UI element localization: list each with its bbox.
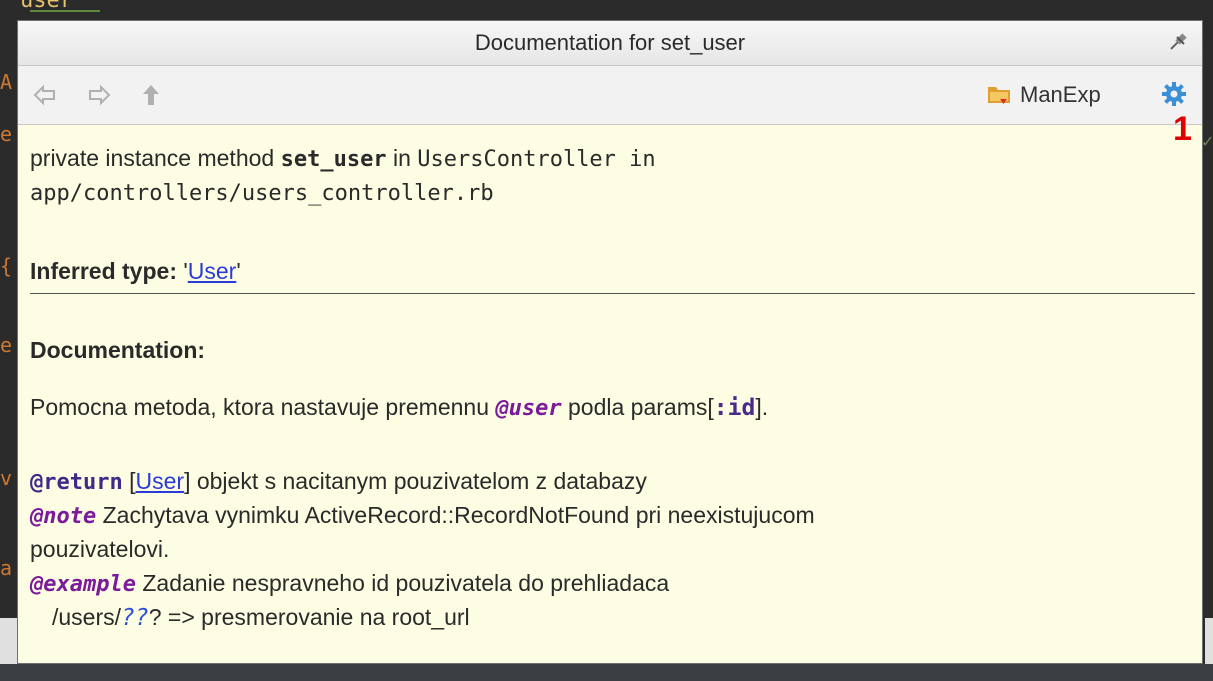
class-name: UsersController in <box>417 147 656 172</box>
inferred-type-label: Inferred type: <box>30 258 177 284</box>
inferred-type-link[interactable]: User <box>188 258 237 284</box>
forward-arrow-icon[interactable] <box>86 82 112 108</box>
return-text: ] objekt s nacitanym pouzivatelom z data… <box>184 468 647 494</box>
signature-in: in <box>386 145 418 171</box>
gutter-mark: v <box>0 466 13 490</box>
file-path: app/controllers/users_controller.rb <box>30 181 494 206</box>
description-text: podla params[ <box>561 394 714 420</box>
example-code-suffix: ? => presmerovanie na root_url <box>148 604 470 630</box>
editor-statusbar-right <box>1205 618 1213 664</box>
editor-background-bottom <box>0 664 1213 681</box>
editor-underline <box>30 10 100 12</box>
popup-title: Documentation for set_user <box>474 30 746 55</box>
gutter-mark: e <box>0 122 13 146</box>
return-type-link[interactable]: User <box>136 468 185 494</box>
up-arrow-icon[interactable] <box>138 82 164 108</box>
gutter-mark: A <box>0 70 13 94</box>
note-tag: @note <box>30 504 97 529</box>
note-continuation: pouzivatelovi. <box>30 536 170 562</box>
bracket: [ <box>122 468 136 494</box>
signature-prefix: private instance method <box>30 145 281 171</box>
editor-statusbar-left <box>0 618 18 664</box>
return-tag: @return <box>30 470 123 495</box>
manexp-button[interactable]: ManExp <box>986 80 1101 110</box>
example-code-prefix: /users/ <box>52 604 122 630</box>
description-text: ]. <box>755 394 769 420</box>
documentation-heading: Documentation: <box>30 337 206 363</box>
quote: ' <box>236 258 241 284</box>
example-text: Zadanie nespravneho id pouzivatela do pr… <box>135 570 670 596</box>
divider <box>30 293 1195 294</box>
description-text: Pomocna metoda, ktora nastavuje premennu <box>30 394 496 420</box>
example-row: @example Zadanie nespravneho id pouzivat… <box>30 570 669 597</box>
example-code: /users/??? => presmerovanie na root_url <box>52 604 470 631</box>
example-code-placeholder: ?? <box>121 605 149 631</box>
method-signature: private instance method set_user in User… <box>30 145 656 172</box>
popup-titlebar[interactable]: Documentation for set_user <box>18 21 1202 66</box>
example-tag: @example <box>30 572 136 597</box>
pin-icon[interactable] <box>1168 30 1190 52</box>
note-text: Zachytava vynimku ActiveRecord::RecordNo… <box>96 502 815 528</box>
note-row: @note Zachytava vynimku ActiveRecord::Re… <box>30 502 815 529</box>
documentation-popup: Documentation for set_user ManExp 1 priv… <box>17 20 1203 664</box>
description: Pomocna metoda, ktora nastavuje premennu… <box>30 394 768 421</box>
manexp-label: ManExp <box>1020 82 1101 107</box>
return-row: @return [User] objekt s nacitanym pouziv… <box>30 468 647 495</box>
popup-toolbar: ManExp <box>18 66 1202 125</box>
gutter-mark: a <box>0 556 13 580</box>
gear-icon[interactable] <box>1161 81 1187 107</box>
back-arrow-icon[interactable] <box>32 82 58 108</box>
gutter-mark: { <box>0 254 13 278</box>
folder-icon <box>988 87 1010 104</box>
editor-background-top: user <box>0 0 1213 20</box>
instance-variable: @user <box>495 396 562 421</box>
quote: ' <box>176 258 188 284</box>
gutter-mark: e <box>0 333 13 357</box>
symbol-id: :id <box>713 395 756 421</box>
inferred-type-row: Inferred type: 'User' <box>30 258 241 285</box>
annotation-number-badge: 1 <box>1173 110 1192 148</box>
method-name: set_user <box>280 147 387 172</box>
